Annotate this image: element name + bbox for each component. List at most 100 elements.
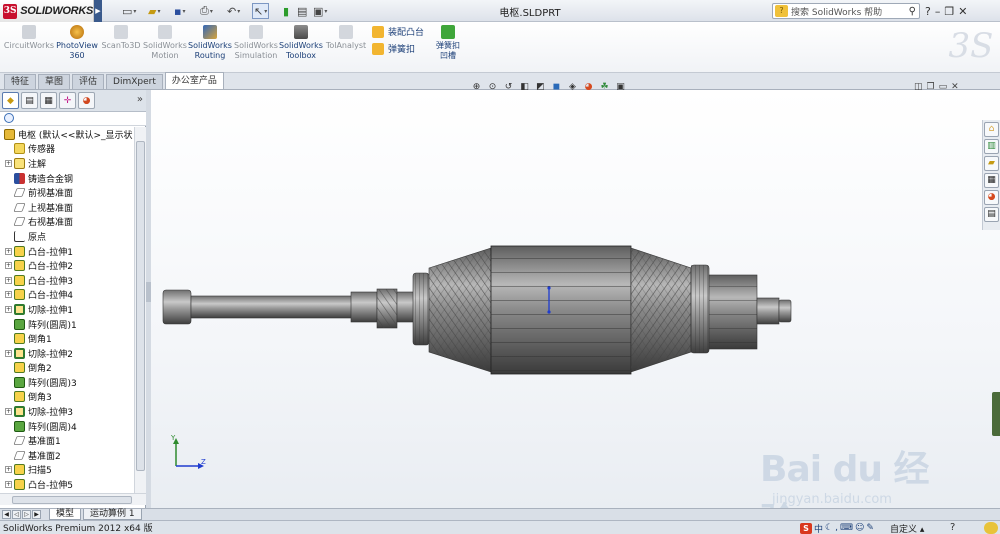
tree-item[interactable]: + 切除-拉伸1 <box>0 302 133 317</box>
task-pane-handle[interactable] <box>992 392 1000 436</box>
close-icon[interactable]: ✕ <box>958 5 967 18</box>
display-style-icon[interactable]: ◼ <box>550 81 563 93</box>
expand-plus-icon[interactable]: + <box>5 247 12 255</box>
file-properties-button[interactable]: ▤ <box>297 3 307 19</box>
next-tab-icon[interactable]: ▷ <box>22 510 31 519</box>
expand-chevron-icon[interactable]: » <box>137 94 143 105</box>
help-search-box[interactable]: ? 搜索 SolidWorks 帮助 ⚲ <box>772 3 920 19</box>
expand-plus-icon[interactable]: + <box>5 305 12 313</box>
left-shaft[interactable] <box>162 289 378 325</box>
scrollbar-thumb[interactable] <box>12 496 132 504</box>
scanto3d-button[interactable]: ScanTo3D <box>100 25 142 51</box>
file-explorer-icon[interactable]: ▰ <box>984 156 999 171</box>
tree-item[interactable]: + 凸台-拉伸4 <box>0 288 133 303</box>
tree-item[interactable]: 前视基准面 <box>0 185 133 200</box>
tree-item[interactable]: 上视基准面 <box>0 200 133 215</box>
help-icon[interactable]: ? <box>925 5 931 18</box>
rebuild-button[interactable]: ▮ <box>283 3 289 19</box>
view-palette-icon[interactable]: ▦ <box>984 173 999 188</box>
mount-boss-button[interactable]: 装配凸台 <box>372 25 424 38</box>
expand-plus-icon[interactable]: + <box>5 291 12 299</box>
tree-item[interactable]: + 凸台-拉伸5 <box>0 477 133 492</box>
viewport-restore-icon[interactable]: ❐ <box>927 82 935 92</box>
tab-model[interactable]: 模型 <box>49 509 82 520</box>
tab-office-products[interactable]: 办公室产品 <box>164 72 224 89</box>
select-button[interactable]: ↖ ▾ <box>252 3 270 19</box>
edit-appearance-icon[interactable]: ◕ <box>582 81 595 93</box>
previous-view-icon[interactable]: ↺ <box>502 81 515 93</box>
tree-item[interactable]: 倒角3 <box>0 390 133 405</box>
tree-item[interactable]: + 切除-拉伸3 <box>0 404 133 419</box>
armature-core[interactable] <box>490 245 632 375</box>
tree-item[interactable]: 传感器 <box>0 142 133 157</box>
customize-dropdown[interactable]: 自定义 ▴ <box>890 522 924 534</box>
snap-hook-button[interactable]: 弹簧扣 <box>372 42 415 55</box>
hide-show-items-icon[interactable]: ◈ <box>566 81 579 93</box>
search-icon[interactable]: ⚲ <box>909 6 916 17</box>
apply-scene-icon[interactable]: ☘ <box>598 81 611 93</box>
tree-vertical-scrollbar[interactable] <box>134 127 146 493</box>
last-tab-icon[interactable]: ▶ <box>32 510 41 519</box>
save-button[interactable]: ▪ ▾ <box>174 3 185 19</box>
tree-item[interactable]: + 凸台-拉伸2 <box>0 258 133 273</box>
dimxpertmanager-tab-icon[interactable]: ✛ <box>59 92 76 109</box>
scrollbar-thumb[interactable] <box>136 141 145 471</box>
tree-item[interactable]: + 凸台-拉伸3 <box>0 273 133 288</box>
tree-item[interactable]: 阵列(圆周)1 <box>0 317 133 332</box>
tab-motion-study[interactable]: 运动算例 1 <box>83 509 142 520</box>
feature-filter[interactable] <box>0 112 146 126</box>
undo-button[interactable]: ↶ ▾ <box>227 3 240 19</box>
tolanalyst-button[interactable]: TolAnalyst <box>324 25 368 51</box>
propertymanager-tab-icon[interactable]: ▤ <box>21 92 38 109</box>
tree-item[interactable]: 基准面1 <box>0 433 133 448</box>
tree-item[interactable]: 倒角2 <box>0 361 133 376</box>
tree-item[interactable]: 阵列(圆周)3 <box>0 375 133 390</box>
expand-plus-icon[interactable]: + <box>5 262 12 270</box>
tree-item[interactable]: 原点 <box>0 229 133 244</box>
left-windings[interactable] <box>428 247 492 373</box>
expand-plus-icon[interactable]: + <box>5 349 12 357</box>
first-tab-icon[interactable]: ◀ <box>2 510 11 519</box>
view-settings-icon[interactable]: ▣ <box>614 81 627 93</box>
motion-button[interactable]: SolidWorks Motion <box>143 25 187 61</box>
print-button[interactable]: ⎙ ▾ <box>200 3 213 19</box>
snap-hook-groove-button[interactable]: 弹簧扣 凹槽 <box>430 25 466 61</box>
tab-dimxpert[interactable]: DimXpert <box>106 74 163 89</box>
ime-punct-icon[interactable]: , <box>835 523 838 533</box>
ime-moon-icon[interactable]: ☾ <box>825 523 833 533</box>
sogou-ime-icon[interactable]: S <box>800 522 812 534</box>
tree-horizontal-scrollbar[interactable] <box>0 493 146 505</box>
design-library-icon[interactable]: ▥ <box>984 139 999 154</box>
solidworks-logo[interactable]: 3S SOLIDWORKS <box>0 0 94 22</box>
ime-user-icon[interactable]: ☺ <box>855 523 864 533</box>
simulation-button[interactable]: SolidWorks Simulation <box>234 25 278 61</box>
ime-mode-label[interactable]: 中 <box>814 522 823 534</box>
custom-properties-icon[interactable]: ▤ <box>984 207 999 222</box>
zoom-to-area-icon[interactable]: ⊙ <box>486 81 499 93</box>
tab-features[interactable]: 特征 <box>4 74 37 89</box>
tree-item[interactable]: 倒角1 <box>0 331 133 346</box>
view-orientation-icon[interactable]: ◩ <box>534 81 547 93</box>
tree-item[interactable]: 阵列(圆周)4 <box>0 419 133 434</box>
expand-plus-icon[interactable]: + <box>5 408 12 416</box>
open-button[interactable]: ▰ ▾ <box>148 3 160 19</box>
options-button[interactable]: ▣ ▾ <box>313 3 327 19</box>
commutator[interactable] <box>690 264 758 354</box>
tree-item[interactable]: 右视基准面 <box>0 215 133 230</box>
routing-button[interactable]: SolidWorks Routing <box>188 25 232 61</box>
menu-expand-arrow[interactable]: ▶ <box>94 0 102 22</box>
expand-plus-icon[interactable]: + <box>5 481 12 489</box>
minimize-icon[interactable]: – <box>935 5 941 18</box>
prev-tab-icon[interactable]: ◁ <box>12 510 21 519</box>
status-help-icon[interactable]: ? <box>950 522 955 533</box>
tree-item[interactable]: 基准面2 <box>0 448 133 463</box>
section-view-icon[interactable]: ◧ <box>518 81 531 93</box>
ime-keyboard-icon[interactable]: ⌨ <box>840 523 853 533</box>
pinion-gear[interactable] <box>376 288 416 329</box>
right-windings[interactable] <box>630 247 692 373</box>
displaymanager-tab-icon[interactable]: ◕ <box>78 92 95 109</box>
expand-plus-icon[interactable]: + <box>5 466 12 474</box>
viewport-close-icon[interactable]: ✕ <box>951 82 959 92</box>
photoview-button[interactable]: PhotoView 360 <box>56 25 98 61</box>
configurationmanager-tab-icon[interactable]: ▦ <box>40 92 57 109</box>
